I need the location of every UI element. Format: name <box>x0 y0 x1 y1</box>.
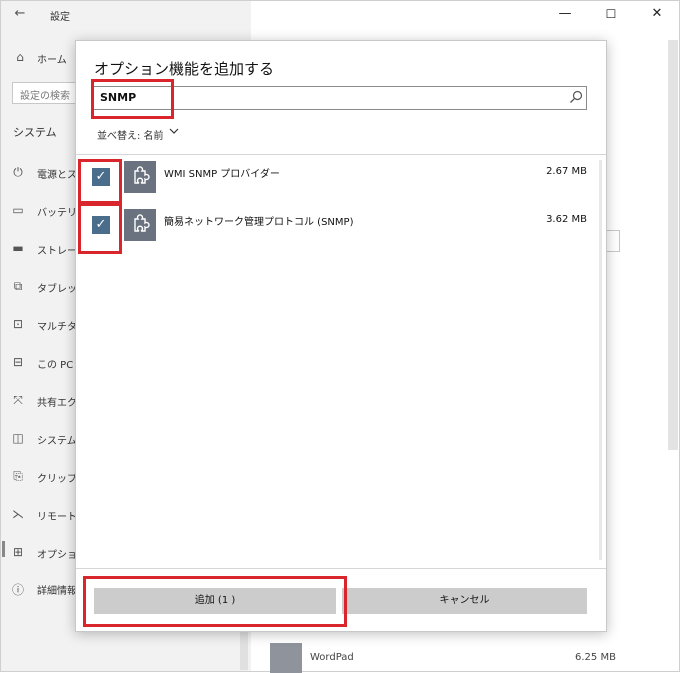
sidebar-item-system-components[interactable]: システム <box>37 432 77 447</box>
maximize-button[interactable]: ☐ <box>588 0 634 30</box>
tablet-icon: ⧉ <box>13 279 23 293</box>
storage-icon: ▬ <box>12 241 24 255</box>
background-item-name: WordPad <box>310 652 354 663</box>
highlight-checkbox-1 <box>78 159 122 204</box>
main-scrollbar[interactable] <box>668 40 678 450</box>
feature-size: 2.67 MB <box>546 166 587 177</box>
divider <box>76 154 606 155</box>
project-pc-icon: ⊟ <box>12 355 24 369</box>
puzzle-icon <box>124 209 156 241</box>
sidebar-selected-indicator <box>2 541 5 557</box>
highlight-add-button <box>83 576 347 627</box>
feature-name: 簡易ネットワーク管理プロトコル (SNMP) <box>164 217 354 228</box>
search-icon[interactable] <box>568 89 584 105</box>
puzzle-icon <box>270 643 302 673</box>
about-icon: ⓘ <box>11 583 24 597</box>
sidebar-item-home[interactable]: ホーム <box>37 51 67 66</box>
multitask-icon: ⊡ <box>12 317 24 331</box>
system-components-icon: ◫ <box>12 431 24 445</box>
feature-name: WMI SNMP プロバイダー <box>164 169 280 180</box>
home-icon: ⌂ <box>16 50 24 64</box>
shared-experience-icon: ⤧ <box>13 393 23 407</box>
optional-features-icon: ⊞ <box>12 545 24 559</box>
sort-dropdown[interactable]: 並べ替え: 名前 <box>97 127 164 142</box>
close-button[interactable]: ✕ <box>634 0 680 30</box>
puzzle-icon <box>124 161 156 193</box>
sidebar-item-about[interactable]: 詳細情報 <box>37 582 77 597</box>
remote-desktop-icon: ⋋ <box>12 507 24 521</box>
back-arrow-icon[interactable]: ← <box>12 6 28 21</box>
cancel-button[interactable]: キャンセル <box>342 588 587 614</box>
sidebar-item-shared-experience[interactable]: 共有エク <box>37 394 77 409</box>
sidebar-item-project-pc[interactable]: この PC ‹ <box>37 356 80 371</box>
dialog-scrollbar[interactable] <box>599 160 602 560</box>
minimize-button[interactable]: — <box>542 0 588 30</box>
window-title: 設定 <box>50 12 70 23</box>
highlight-search-box <box>91 79 174 119</box>
sidebar-section-system: システム <box>13 126 57 139</box>
background-item-size: 6.25 MB <box>575 652 616 663</box>
settings-search-placeholder: 設定の検索 <box>20 91 70 102</box>
power-icon: ⏻ <box>13 165 23 179</box>
dialog-title: オプション機能を追加する <box>94 60 275 78</box>
clipboard-icon: ⎘ <box>13 469 23 483</box>
battery-icon: ▭ <box>12 203 24 217</box>
feature-size: 3.62 MB <box>546 214 587 225</box>
chevron-down-icon <box>169 128 179 134</box>
divider <box>76 568 606 569</box>
sidebar-item-power[interactable]: 電源とス <box>37 166 77 181</box>
highlight-checkbox-2 <box>78 203 122 254</box>
